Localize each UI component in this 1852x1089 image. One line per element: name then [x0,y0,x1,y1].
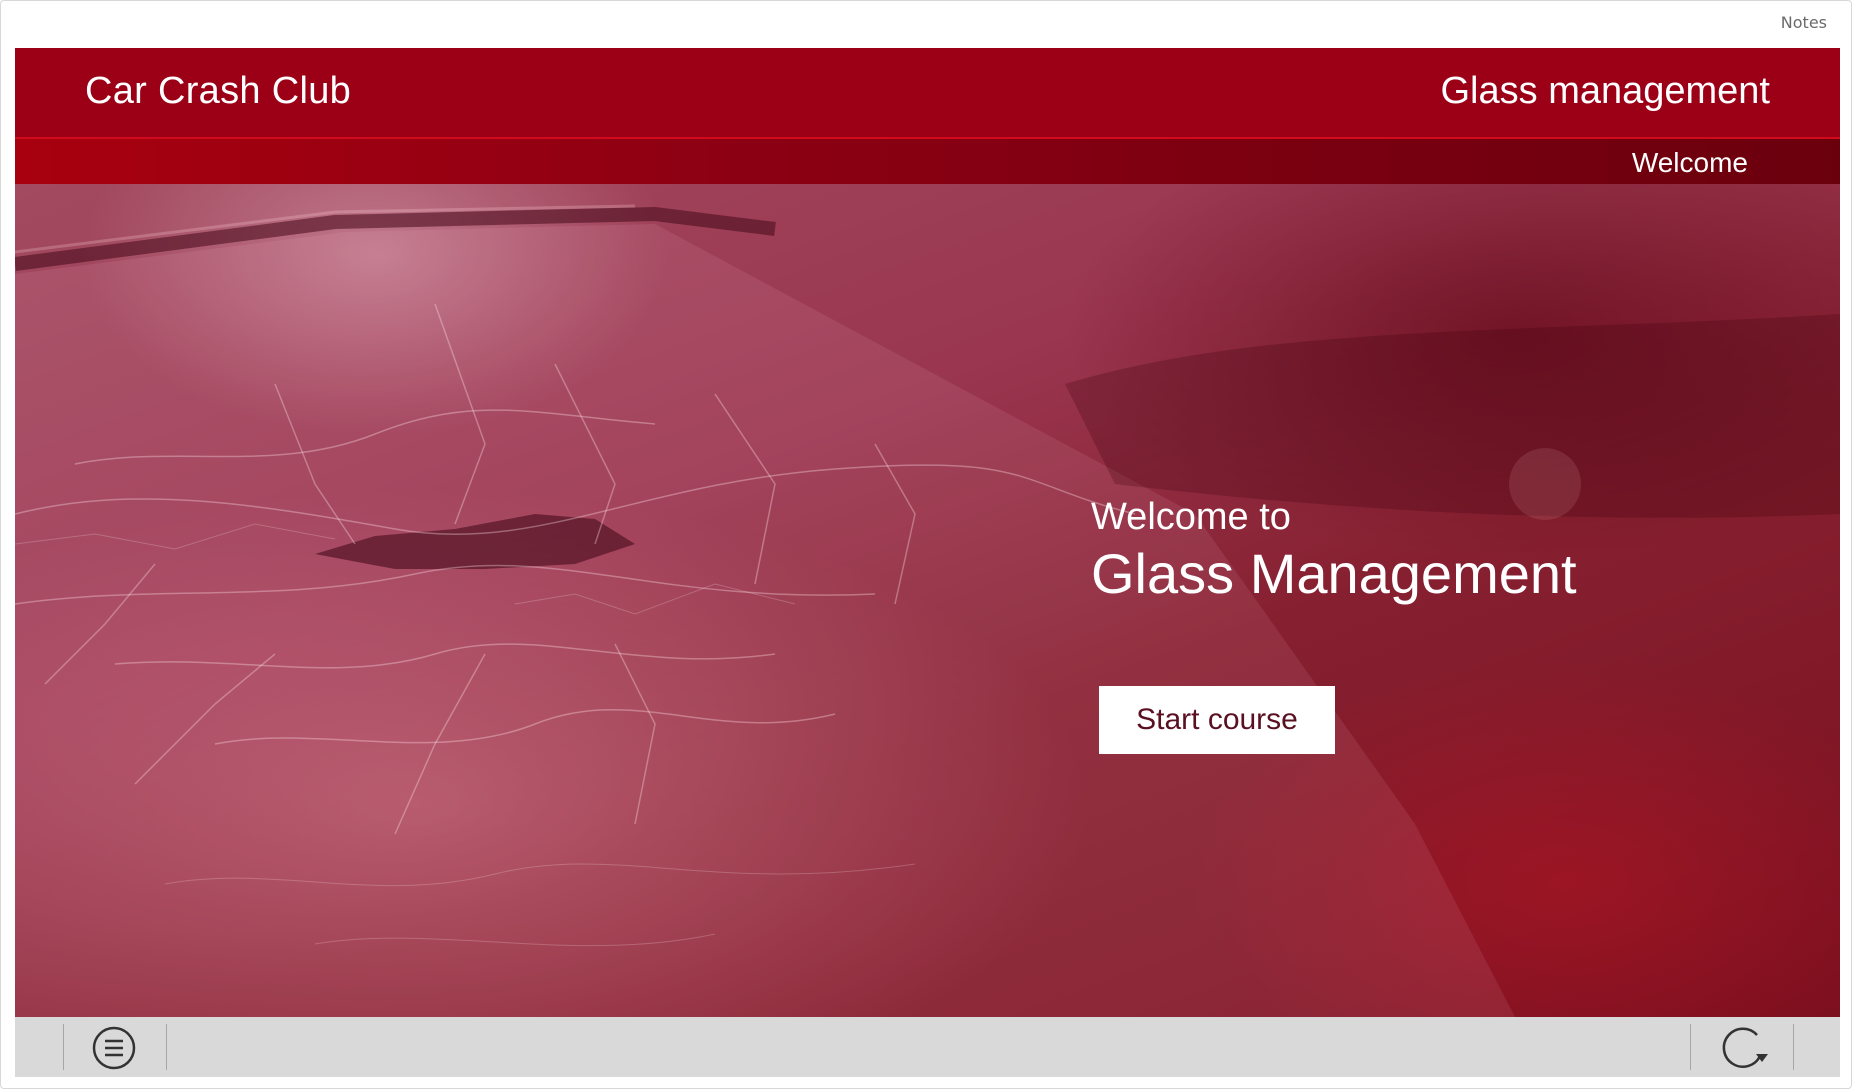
replay-icon[interactable] [1721,1026,1768,1070]
window-frame: Notes Car Crash Club Glass management We… [0,0,1852,1089]
course-title: Glass management [1440,70,1771,112]
course-player: Car Crash Club Glass management Welcome [15,48,1840,1077]
toolbar-divider [1793,1024,1794,1070]
toolbar-divider [1690,1024,1691,1070]
bottom-toolbar [15,1017,1840,1077]
section-bar: Welcome [15,139,1840,184]
section-label: Welcome [1631,147,1748,178]
toolbar-divider [166,1024,167,1070]
welcome-line: Welcome to [1091,496,1291,538]
toolbar-divider [63,1024,64,1070]
hero-stage: Welcome to Glass Management Start course [15,184,1840,1017]
notes-link[interactable]: Notes [1781,13,1827,32]
header-bar: Car Crash Club Glass management [15,48,1840,139]
brand-title: Car Crash Club [85,70,352,112]
menu-icon[interactable] [92,1026,136,1070]
course-heading: Glass Management [1091,542,1577,605]
start-course-button[interactable]: Start course [1099,686,1335,754]
